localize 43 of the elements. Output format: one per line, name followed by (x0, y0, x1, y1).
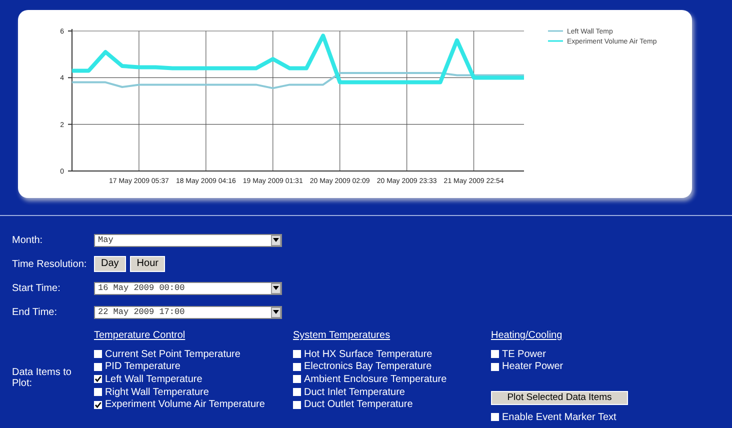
checkbox-label: Enable Event Marker Text (502, 410, 616, 425)
checkbox-label: Left Wall Temperature (105, 372, 202, 387)
resolution-button[interactable]: Day (94, 256, 126, 272)
checkbox-label: Duct Inlet Temperature (304, 386, 405, 400)
month-select[interactable]: May (94, 234, 282, 246)
checkbox[interactable] (491, 350, 499, 358)
checkbox-label: PID Temperature (105, 360, 180, 374)
group-heading[interactable]: Temperature Control (94, 330, 186, 341)
group-heading[interactable]: Heating/Cooling (491, 330, 562, 341)
group-heading[interactable]: System Temperatures (293, 330, 390, 341)
checkbox[interactable] (491, 362, 499, 371)
plot-button[interactable]: Plot Selected Data Items (491, 391, 628, 406)
checkbox[interactable] (293, 362, 301, 371)
field-label: Month: (12, 234, 44, 248)
checkbox-label: TE Power (502, 348, 546, 362)
checkbox[interactable] (491, 413, 499, 422)
checkbox-label: Hot HX Surface Temperature (304, 348, 432, 362)
checkbox[interactable] (293, 375, 301, 384)
checkbox[interactable] (94, 362, 102, 371)
checkbox-label: Electronics Bay Temperature (304, 360, 432, 374)
field-label: Start Time: (12, 282, 62, 296)
checkbox-label: Duct Outlet Temperature (304, 398, 413, 412)
dropdown-arrow-icon (273, 238, 279, 242)
checkbox-label: Experiment Volume Air Temperature (105, 398, 265, 412)
checkbox[interactable] (94, 400, 102, 409)
resolution-button[interactable]: Hour (130, 256, 166, 272)
checkbox-label: Right Wall Temperature (105, 386, 209, 400)
checkbox-label: Ambient Enclosure Temperature (304, 372, 447, 387)
field-label: Data Items to Plot: (12, 367, 72, 389)
field-label: Time Resolution: (12, 258, 88, 272)
field-label: End Time: (12, 306, 58, 320)
checkbox[interactable] (94, 375, 102, 384)
checkbox-label: Heater Power (502, 360, 564, 374)
checkbox[interactable] (293, 400, 301, 409)
end-time-select[interactable]: 22 May 2009 17:00 (94, 306, 282, 318)
checkbox[interactable] (293, 350, 301, 358)
dropdown-arrow-icon (273, 310, 279, 314)
dropdown-arrow-icon (273, 286, 279, 290)
checkbox[interactable] (94, 350, 102, 358)
checkbox-label: Current Set Point Temperature (105, 348, 240, 362)
checkbox[interactable] (293, 388, 301, 396)
checkbox[interactable] (94, 388, 102, 396)
start-time-select[interactable]: 16 May 2009 00:00 (94, 282, 282, 294)
